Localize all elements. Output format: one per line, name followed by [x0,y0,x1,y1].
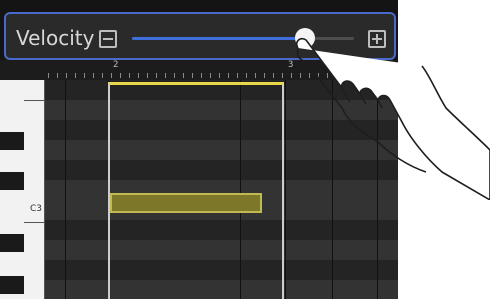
pointing-hand-icon [295,37,490,200]
ruler-tick [138,73,139,78]
velocity-label: Velocity [16,26,95,50]
ruler-tick [264,73,265,78]
ruler-tick [147,73,148,78]
ruler-tick [219,73,220,78]
ruler-tick [210,73,211,78]
ruler-tick [57,73,58,78]
ruler-tick [228,73,229,78]
octave-label-c3: C3 [30,204,43,214]
velocity-decrease-button[interactable] [99,30,117,48]
black-key[interactable] [0,234,24,252]
ruler-tick [120,73,121,78]
ruler-tick [255,73,256,78]
piano-keyboard[interactable]: C3 [0,80,45,299]
ruler-tick [273,73,274,78]
black-key[interactable] [0,132,24,150]
ruler-tick [165,73,166,78]
ruler-tick [183,73,184,78]
velocity-slider-fill [132,37,306,40]
ruler-tick [237,73,238,78]
ruler-tick [156,73,157,78]
ruler-tick [192,73,193,78]
bar-marker-2: 2 [113,60,119,70]
ruler-tick [48,73,49,78]
ruler-tick [282,73,283,78]
selected-measure[interactable] [108,82,284,299]
ruler-tick [102,73,103,78]
ruler-tick [111,73,112,78]
ruler-tick [201,73,202,78]
ruler-tick [75,73,76,78]
ruler-tick [66,73,67,78]
ruler-tick [246,73,247,78]
ruler-tick [84,73,85,78]
black-key[interactable] [0,276,24,294]
ruler-tick [174,73,175,78]
ruler-tick [129,73,130,78]
black-key[interactable] [0,172,24,190]
minus-icon [103,38,113,40]
ruler-tick [93,73,94,78]
midi-note[interactable] [110,193,262,213]
